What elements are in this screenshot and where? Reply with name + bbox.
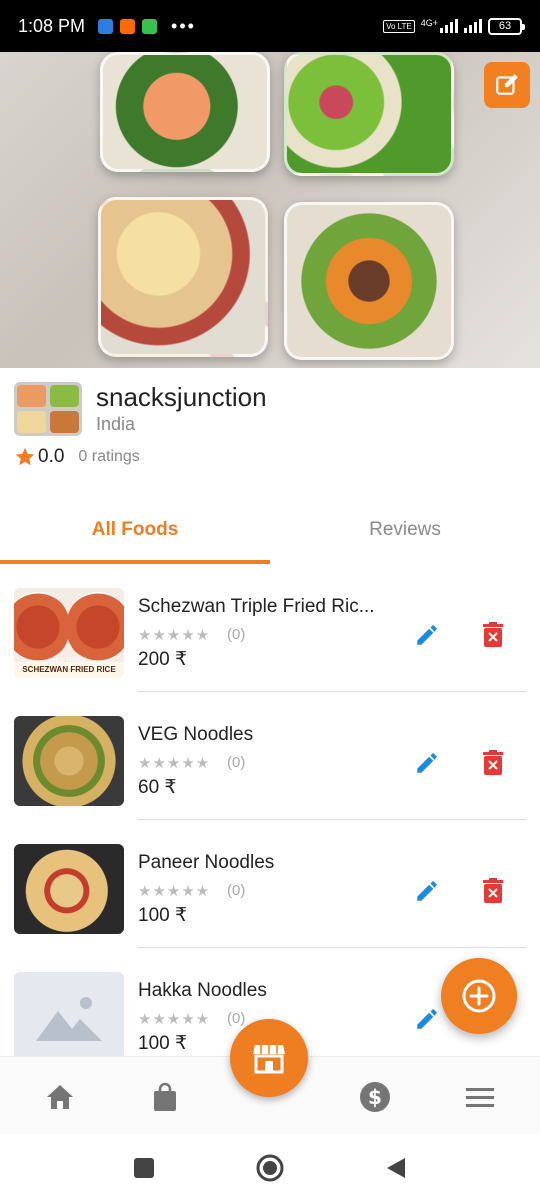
- chat-notification-icon: [142, 18, 158, 34]
- nav-store-button[interactable]: [230, 1019, 308, 1097]
- food-price: 100 ₹: [138, 1033, 188, 1054]
- app-notification-icon: [98, 18, 114, 34]
- shop-country: India: [96, 414, 136, 434]
- more-notifications-icon: •••: [171, 15, 196, 36]
- pencil-icon: [417, 753, 437, 773]
- tab-bar: All Foods Reviews: [0, 496, 540, 564]
- back-triangle-icon: [387, 1158, 405, 1178]
- status-time: 1:08 PM: [18, 15, 86, 36]
- edit-food-button[interactable]: [410, 618, 444, 652]
- menu-icon: [466, 1088, 494, 1107]
- food-name: VEG Noodles: [138, 724, 254, 745]
- edit-square-icon: [496, 74, 518, 95]
- battery-icon: 63: [488, 17, 525, 35]
- shop-cover-image: [0, 52, 540, 368]
- image-placeholder-icon: [36, 997, 102, 1041]
- delete-food-button[interactable]: [478, 874, 508, 908]
- pencil-icon: [417, 1009, 437, 1029]
- food-star-rating: ★★★★★: [138, 627, 211, 644]
- system-navigation-bar: [0, 1134, 540, 1200]
- pencil-icon: [417, 625, 437, 645]
- food-list-item[interactable]: SCHEZWAN FRIED RICE VEG TRIPLE Schezwan …: [0, 564, 540, 692]
- network-type: 4G+: [420, 17, 438, 28]
- home-system-button[interactable]: [256, 1154, 284, 1182]
- nav-orders-button[interactable]: [147, 1079, 183, 1115]
- food-container-salad: [284, 52, 454, 176]
- food-image-caption-small: VEG TRIPLE: [51, 658, 87, 664]
- ratings-count: 0 ratings: [78, 448, 140, 465]
- recents-square-icon: [134, 1158, 154, 1178]
- food-name: Paneer Noodles: [138, 852, 275, 873]
- svg-text:$: $: [368, 1085, 382, 1109]
- pencil-icon: [417, 881, 437, 901]
- nav-home-button[interactable]: [42, 1079, 78, 1115]
- trash-icon: [483, 622, 503, 647]
- food-container-veggies: [284, 202, 454, 360]
- recents-button[interactable]: [130, 1154, 158, 1182]
- food-image: [14, 844, 124, 934]
- shopping-bag-icon: [154, 1082, 176, 1111]
- food-container-cheese: [98, 197, 268, 357]
- food-price: 200 ₹: [138, 649, 188, 670]
- food-price: 60 ₹: [138, 777, 177, 798]
- food-list-item[interactable]: VEG Noodles ★★★★★ (0) 60 ₹: [0, 692, 540, 820]
- food-list-item[interactable]: Paneer Noodles ★★★★★ (0) 100 ₹: [0, 820, 540, 948]
- trash-icon: [483, 878, 503, 903]
- mi-notification-icon: [120, 18, 136, 34]
- edit-food-button[interactable]: [410, 746, 444, 780]
- nav-earnings-button[interactable]: $: [357, 1079, 393, 1115]
- status-bar: 1:08 PM ••• Vo LTE 4G+ 63: [0, 0, 540, 52]
- edit-cover-button[interactable]: [484, 62, 530, 108]
- add-food-button[interactable]: [441, 958, 517, 1034]
- signal-icon: [440, 19, 458, 33]
- tab-all-foods[interactable]: All Foods: [0, 496, 270, 564]
- add-circle-icon: [462, 979, 496, 1013]
- food-review-count: (0): [227, 754, 246, 771]
- tab-reviews[interactable]: Reviews: [270, 496, 540, 564]
- edit-food-button[interactable]: [410, 1002, 444, 1036]
- food-name: Schezwan Triple Fried Ric...: [138, 596, 375, 617]
- food-price: 100 ₹: [138, 905, 188, 926]
- signal-icon-2: [464, 19, 482, 33]
- food-review-count: (0): [227, 882, 246, 899]
- food-image-placeholder: [14, 972, 124, 1056]
- food-name: Hakka Noodles: [138, 980, 267, 1001]
- home-circle-icon: [256, 1154, 284, 1182]
- edit-food-button[interactable]: [410, 874, 444, 908]
- food-star-rating: ★★★★★: [138, 883, 211, 900]
- food-star-rating: ★★★★★: [138, 1011, 211, 1028]
- trash-icon: [483, 750, 503, 775]
- nav-menu-button[interactable]: [462, 1079, 498, 1115]
- star-icon: [15, 447, 35, 466]
- food-image: [14, 716, 124, 806]
- store-icon: [253, 1045, 285, 1074]
- food-container-salmon: [100, 52, 270, 172]
- shop-info: snacksjunction India 0.0 0 ratings: [0, 368, 540, 488]
- rating-value: 0.0: [38, 446, 65, 467]
- shop-name: snacksjunction: [96, 382, 267, 412]
- shop-rating: 0.0 0 ratings: [14, 446, 140, 468]
- delete-food-button[interactable]: [478, 746, 508, 780]
- food-image: SCHEZWAN FRIED RICE VEG TRIPLE: [14, 588, 124, 678]
- back-button[interactable]: [382, 1154, 410, 1182]
- dollar-icon: $: [360, 1082, 390, 1112]
- food-star-rating: ★★★★★: [138, 755, 211, 772]
- food-review-count: (0): [227, 1010, 246, 1027]
- delete-food-button[interactable]: [478, 618, 508, 652]
- food-image-caption: SCHEZWAN FRIED RICE: [14, 662, 124, 678]
- food-review-count: (0): [227, 626, 246, 643]
- shop-avatar[interactable]: [14, 382, 82, 436]
- bottom-navigation: $: [0, 1019, 540, 1134]
- home-icon: [47, 1085, 73, 1109]
- volte-icon: Vo LTE: [383, 19, 415, 33]
